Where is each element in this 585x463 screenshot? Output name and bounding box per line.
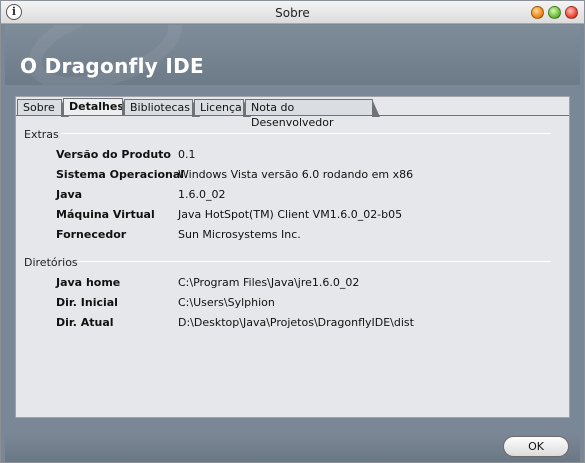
directories-row-value: C:\Users\Sylphion bbox=[178, 296, 275, 309]
directories-separator bbox=[76, 261, 551, 262]
minimize-icon[interactable] bbox=[531, 6, 544, 19]
tab-sobre[interactable]: Sobre bbox=[17, 99, 69, 117]
directories-section-label: Diretórios bbox=[24, 256, 78, 269]
directories-row-value: D:\Desktop\Java\Projetos\DragonflyIDE\di… bbox=[178, 316, 414, 329]
extras-row-label: Versão do Produto bbox=[56, 148, 171, 161]
extras-row-label: Máquina Virtual bbox=[56, 208, 155, 221]
extras-row-value: 1.6.0_02 bbox=[178, 188, 226, 201]
details-panel bbox=[15, 96, 570, 418]
directories-row-label: Java home bbox=[56, 276, 121, 289]
extras-row-value: Sun Microsystems Inc. bbox=[178, 228, 301, 241]
extras-row-value: Java HotSpot(TM) Client VM1.6.0_02-b05 bbox=[178, 208, 403, 221]
directories-row-value: C:\Program Files\Java\jre1.6.0_02 bbox=[178, 276, 360, 289]
extras-row-label: Sistema Operacional bbox=[56, 168, 185, 181]
about-dialog: i Sobre O Dragonfly IDE Sobre Detalhes B… bbox=[0, 0, 585, 463]
close-icon[interactable] bbox=[565, 6, 578, 19]
directories-row-label: Dir. Atual bbox=[56, 316, 114, 329]
dialog-footer bbox=[5, 434, 580, 462]
tab-detalhes[interactable]: Detalhes bbox=[63, 98, 130, 116]
app-title: O Dragonfly IDE bbox=[20, 54, 204, 78]
header-banner: O Dragonfly IDE bbox=[5, 25, 580, 85]
extras-separator bbox=[61, 133, 551, 134]
extras-row-label: Java bbox=[56, 188, 83, 201]
title-bar[interactable]: i Sobre bbox=[1, 1, 584, 24]
tab-underline bbox=[16, 115, 569, 116]
extras-row-label: Fornecedor bbox=[56, 228, 127, 241]
tab-licenca[interactable]: Licença bbox=[194, 99, 251, 117]
ok-button[interactable]: OK bbox=[503, 436, 569, 457]
maximize-icon[interactable] bbox=[548, 6, 561, 19]
extras-row-value: 0.1 bbox=[178, 148, 196, 161]
tab-nota-do-desenvolvedor[interactable]: Nota do Desenvolvedor bbox=[245, 99, 380, 129]
tab-bibliotecas[interactable]: Bibliotecas bbox=[124, 99, 200, 117]
directories-row-label: Dir. Inicial bbox=[56, 296, 118, 309]
extras-row-value: Windows Vista versão 6.0 rodando em x86 bbox=[178, 168, 414, 181]
window-title: Sobre bbox=[275, 6, 310, 20]
extras-section-label: Extras bbox=[24, 128, 59, 141]
